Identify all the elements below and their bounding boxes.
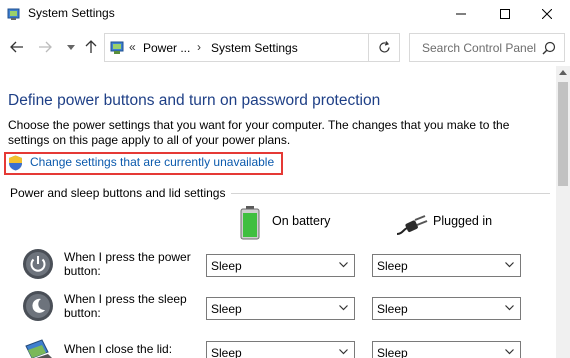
search-input[interactable]: Search Control Panel xyxy=(409,33,565,62)
uac-shield-icon xyxy=(9,155,22,171)
scroll-up-icon[interactable] xyxy=(559,70,567,75)
power-button-plugged-select[interactable]: Sleep xyxy=(372,254,521,277)
forward-button[interactable] xyxy=(36,38,54,56)
scrollbar-thumb[interactable] xyxy=(558,82,568,186)
page-description: Choose the power settings that you want … xyxy=(8,118,510,147)
close-icon xyxy=(542,9,552,19)
power-button-label: When I press the power button: xyxy=(64,250,191,278)
close-lid-plugged-select[interactable]: Sleep xyxy=(372,341,521,358)
sleep-button-label: When I press the sleep button: xyxy=(64,292,187,320)
breadcrumb-separator[interactable]: › xyxy=(197,40,201,54)
up-button[interactable] xyxy=(82,38,100,56)
control-panel-icon xyxy=(110,41,124,54)
select-value: Sleep xyxy=(377,302,408,316)
arrow-left-icon xyxy=(10,41,23,53)
select-value: Sleep xyxy=(211,302,242,316)
laptop-lid-icon xyxy=(25,339,52,358)
breadcrumb-system-settings[interactable]: System Settings xyxy=(211,41,298,55)
recent-locations-button[interactable] xyxy=(62,38,80,56)
vertical-scrollbar[interactable] xyxy=(556,66,570,358)
column-header-battery: On battery xyxy=(272,214,331,228)
main-content: Define power buttons and turn on passwor… xyxy=(0,66,556,358)
chevron-down-icon xyxy=(339,349,348,355)
column-header-plugged: Plugged in xyxy=(433,214,493,228)
group-title: Power and sleep buttons and lid settings xyxy=(10,186,232,200)
close-lid-battery-select[interactable]: Sleep xyxy=(206,341,355,358)
title-bar: System Settings xyxy=(0,0,570,28)
chevron-down-icon xyxy=(339,305,348,311)
minimize-icon xyxy=(456,13,466,15)
select-value: Sleep xyxy=(377,259,408,273)
maximize-button[interactable] xyxy=(482,0,528,28)
plug-icon xyxy=(396,215,428,235)
power-button-battery-select[interactable]: Sleep xyxy=(206,254,355,277)
change-settings-link[interactable]: Change settings that are currently unava… xyxy=(30,155,274,169)
close-button[interactable] xyxy=(524,0,570,28)
power-button-icon xyxy=(23,249,53,279)
refresh-button[interactable] xyxy=(369,33,400,62)
breadcrumb-power-options[interactable]: Power ... xyxy=(143,41,190,55)
control-panel-icon xyxy=(7,8,20,20)
address-bar[interactable]: « Power ... › System Settings xyxy=(104,33,369,62)
search-icon xyxy=(542,41,556,55)
window-title: System Settings xyxy=(28,6,115,20)
select-value: Sleep xyxy=(377,346,408,358)
arrow-right-icon xyxy=(39,41,52,53)
chevron-down-icon xyxy=(339,262,348,268)
back-button[interactable] xyxy=(8,38,26,56)
search-placeholder: Search Control Panel xyxy=(422,41,537,55)
chevron-down-icon xyxy=(505,262,514,268)
page-heading: Define power buttons and turn on passwor… xyxy=(8,92,381,109)
address-overflow[interactable]: « xyxy=(129,40,136,54)
maximize-icon xyxy=(500,9,510,19)
sleep-button-plugged-select[interactable]: Sleep xyxy=(372,297,521,320)
chevron-down-icon xyxy=(67,44,75,50)
sleep-button-icon xyxy=(23,291,53,321)
arrow-up-icon xyxy=(85,40,97,53)
minimize-button[interactable] xyxy=(438,0,484,28)
navigation-bar: « Power ... › System Settings Search Con… xyxy=(0,30,570,64)
battery-icon xyxy=(240,206,260,240)
sleep-button-battery-select[interactable]: Sleep xyxy=(206,297,355,320)
chevron-down-icon xyxy=(505,305,514,311)
chevron-down-icon xyxy=(505,349,514,355)
select-value: Sleep xyxy=(211,346,242,358)
select-value: Sleep xyxy=(211,259,242,273)
refresh-icon xyxy=(378,41,390,53)
close-lid-label: When I close the lid: xyxy=(64,342,173,356)
